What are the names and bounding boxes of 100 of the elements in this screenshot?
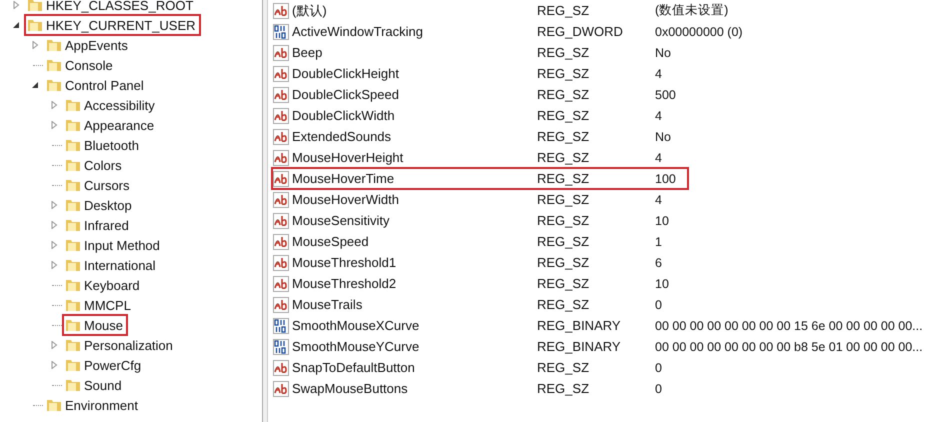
- value-name[interactable]: SwapMouseButtons: [292, 381, 537, 396]
- tree-item[interactable]: Control Panel: [65, 78, 144, 92]
- value-type: REG_SZ: [537, 66, 590, 81]
- folder-icon: [65, 257, 81, 273]
- folder-icon: [65, 277, 81, 293]
- folder-icon: [46, 397, 62, 413]
- tree-item[interactable]: Sound: [84, 378, 122, 392]
- value-name[interactable]: MouseHoverWidth: [292, 192, 537, 207]
- value-name[interactable]: MouseHoverHeight: [292, 150, 537, 165]
- string-value-icon: [273, 108, 289, 124]
- tree-item[interactable]: AppEvents: [65, 38, 128, 52]
- folder-icon: [46, 57, 62, 73]
- value-name[interactable]: SmoothMouseYCurve: [292, 339, 537, 354]
- tree-item[interactable]: Input Method: [84, 238, 160, 252]
- value-data: 00 00 00 00 00 00 00 00 b8 5e 01 00 00 00 00...: [655, 340, 923, 354]
- tree-item[interactable]: Desktop: [84, 198, 132, 212]
- folder-icon: [65, 177, 81, 193]
- value-name[interactable]: (默认): [292, 2, 537, 20]
- tree-item[interactable]: HKEY_CLASSES_ROOT: [46, 0, 194, 12]
- value-type: REG_DWORD: [537, 24, 624, 39]
- folder-icon: [65, 217, 81, 233]
- tree-item[interactable]: Environment: [65, 398, 138, 412]
- folder-icon: [46, 37, 62, 53]
- expanded-arrow-icon[interactable]: [31, 81, 39, 89]
- string-value-icon: [273, 296, 289, 312]
- value-type: REG_SZ: [537, 192, 590, 207]
- folder-icon: [65, 237, 81, 253]
- tree-item[interactable]: Keyboard: [84, 278, 140, 292]
- value-type: REG_SZ: [537, 3, 590, 18]
- value-data: 0: [655, 382, 662, 396]
- value-data: 0: [655, 360, 662, 374]
- value-type: REG_SZ: [537, 255, 590, 270]
- folder-icon: [65, 97, 81, 113]
- string-value-icon: [273, 380, 289, 396]
- folder-icon: [27, 0, 43, 13]
- tree-item[interactable]: Accessibility: [84, 98, 155, 112]
- value-data: 1: [655, 234, 662, 248]
- folder-icon: [65, 297, 81, 313]
- value-type: REG_SZ: [537, 87, 590, 102]
- folder-icon: [65, 117, 81, 133]
- value-name[interactable]: MouseTrails: [292, 297, 537, 312]
- folder-icon: [65, 157, 81, 173]
- string-value-icon: [273, 86, 289, 102]
- value-name[interactable]: ExtendedSounds: [292, 129, 537, 144]
- value-type: REG_SZ: [537, 381, 590, 396]
- value-data: No: [655, 130, 671, 144]
- value-data: No: [655, 46, 671, 60]
- value-name[interactable]: SnapToDefaultButton: [292, 360, 537, 375]
- value-data: 10: [655, 214, 669, 228]
- collapsed-arrow-icon[interactable]: [50, 341, 58, 349]
- value-type: REG_SZ: [537, 45, 590, 60]
- expanded-arrow-icon[interactable]: [12, 21, 20, 29]
- collapsed-arrow-icon[interactable]: [50, 261, 58, 269]
- collapsed-arrow-icon[interactable]: [31, 41, 39, 49]
- value-data: 4: [655, 192, 662, 206]
- string-value-icon: [273, 150, 289, 166]
- value-type: REG_SZ: [537, 108, 590, 123]
- string-value-icon: [273, 44, 289, 60]
- value-data: 500: [655, 88, 676, 102]
- value-name[interactable]: MouseThreshold2: [292, 276, 537, 291]
- value-name[interactable]: DoubleClickSpeed: [292, 87, 537, 102]
- collapsed-arrow-icon[interactable]: [50, 221, 58, 229]
- string-value-icon: [273, 2, 289, 18]
- value-name[interactable]: MouseSensitivity: [292, 213, 537, 228]
- collapsed-arrow-icon[interactable]: [50, 241, 58, 249]
- tree-item[interactable]: Appearance: [84, 118, 154, 132]
- tree-item[interactable]: Personalization: [84, 338, 173, 352]
- tree-item[interactable]: MMCPL: [84, 298, 131, 312]
- value-data: 0: [655, 298, 662, 312]
- tree-item[interactable]: Console: [65, 58, 113, 72]
- collapsed-arrow-icon[interactable]: [50, 361, 58, 369]
- collapsed-arrow-icon[interactable]: [12, 1, 20, 9]
- value-name[interactable]: SmoothMouseXCurve: [292, 318, 537, 333]
- tree-item[interactable]: Colors: [84, 158, 122, 172]
- value-data: 4: [655, 150, 662, 164]
- value-name[interactable]: MouseThreshold1: [292, 255, 537, 270]
- folder-icon: [65, 137, 81, 153]
- value-name[interactable]: MouseHoverTime: [292, 171, 537, 186]
- value-data: 4: [655, 108, 662, 122]
- value-type: REG_SZ: [537, 129, 590, 144]
- value-name[interactable]: DoubleClickWidth: [292, 108, 537, 123]
- tree-item[interactable]: Infrared: [84, 218, 129, 232]
- collapsed-arrow-icon[interactable]: [50, 121, 58, 129]
- value-data: 4: [655, 66, 662, 80]
- collapsed-arrow-icon[interactable]: [50, 201, 58, 209]
- tree-item[interactable]: PowerCfg: [84, 358, 142, 372]
- value-name[interactable]: Beep: [292, 45, 537, 60]
- value-name[interactable]: ActiveWindowTracking: [292, 24, 537, 39]
- tree-item[interactable]: Bluetooth: [84, 138, 139, 152]
- value-type: REG_SZ: [537, 234, 590, 249]
- value-type: REG_SZ: [537, 171, 590, 186]
- value-name[interactable]: MouseSpeed: [292, 234, 537, 249]
- tree-item[interactable]: Cursors: [84, 178, 130, 192]
- value-name[interactable]: DoubleClickHeight: [292, 66, 537, 81]
- collapsed-arrow-icon[interactable]: [50, 101, 58, 109]
- value-type: REG_BINARY: [537, 339, 622, 354]
- folder-icon: [65, 317, 81, 333]
- tree-item[interactable]: International: [84, 258, 156, 272]
- folder-icon: [27, 17, 43, 33]
- string-value-icon: [273, 360, 289, 376]
